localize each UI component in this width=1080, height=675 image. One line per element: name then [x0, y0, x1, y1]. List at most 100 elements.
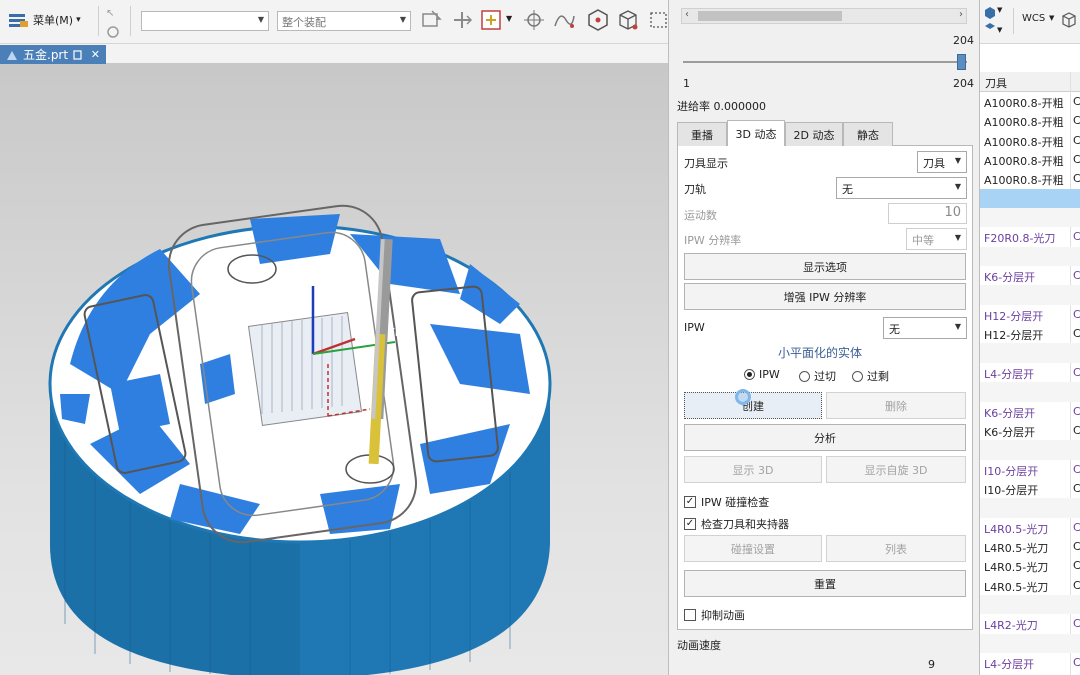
ipw-dropdown[interactable]: 无 ▼ — [883, 317, 967, 339]
axis-label-ym: YM — [388, 326, 405, 339]
file-tab[interactable]: 五金.prt ✕ — [0, 45, 106, 64]
table-row[interactable] — [980, 208, 1080, 228]
curve-icon[interactable] — [552, 8, 576, 32]
table-row[interactable] — [980, 498, 1080, 518]
table-row[interactable]: A100R0.8-开粗 C — [980, 131, 1080, 150]
row-tool-cell: A100R0.8-开粗 — [984, 155, 1064, 169]
row-tool-cell: A100R0.8-开粗 — [984, 116, 1064, 130]
enhance-ipw-resolution-button[interactable]: 增强 IPW 分辨率 — [684, 283, 966, 310]
table-row[interactable]: I10-分层开 C — [980, 460, 1080, 479]
show-3d-button[interactable]: 显示 3D — [684, 456, 822, 483]
point-constructor-icon[interactable] — [480, 8, 504, 32]
horizontal-scrollbar[interactable]: ‹ › — [681, 8, 967, 24]
table-row[interactable]: A100R0.8-开粗 C — [980, 111, 1080, 130]
row-tool-cell: A100R0.8-开粗 — [984, 97, 1064, 110]
collision-settings-button[interactable]: 碰撞设置 — [684, 535, 822, 562]
type-filter-dropdown[interactable]: ▼ — [141, 11, 269, 31]
wcs-cube-icon[interactable] — [1060, 10, 1078, 30]
table-row[interactable]: L4R0.5-光刀 C — [980, 576, 1080, 595]
table-row[interactable]: K6-分层开 C — [980, 402, 1080, 421]
create-button[interactable]: 创建 — [684, 392, 822, 419]
tab-3d-dynamic[interactable]: 3D 动态 — [727, 120, 785, 146]
table-row[interactable]: L4R2-光刀 C — [980, 614, 1080, 633]
table-row[interactable]: H12-分层开 C — [980, 305, 1080, 324]
table-row[interactable]: I10-分层开 C — [980, 479, 1080, 498]
radio-excess[interactable]: 过剩 — [852, 368, 889, 384]
view-orientation-icon[interactable] — [983, 6, 997, 36]
file-tab-name: 五金.prt — [23, 48, 69, 62]
row-second-cell: C — [1073, 172, 1080, 186]
table-row[interactable]: A100R0.8-开粗 C — [980, 150, 1080, 169]
table-row[interactable] — [980, 440, 1080, 460]
radio-gouge[interactable]: 过切 — [799, 368, 836, 384]
table-row[interactable]: F20R0.8-光刀 C — [980, 227, 1080, 246]
row-second-cell: C — [1073, 539, 1080, 553]
crosshair-icon[interactable] — [522, 8, 546, 32]
table-row[interactable]: L4R0.5-光刀 C — [980, 556, 1080, 575]
row-second-cell: C — [1073, 423, 1080, 437]
column-header-tool[interactable]: 刀具 — [985, 75, 1007, 91]
reset-button[interactable]: 重置 — [684, 570, 966, 597]
table-row[interactable] — [980, 633, 1080, 653]
toolpath-dropdown[interactable]: 无 ▼ — [836, 177, 967, 199]
motion-slider-handle[interactable] — [957, 54, 966, 70]
selection-filter-icon[interactable]: ↖ — [102, 2, 124, 42]
list-button[interactable]: 列表 — [826, 535, 966, 562]
row-second-cell: C — [1073, 114, 1080, 128]
table-row[interactable]: A100R0.8-开粗 C — [980, 169, 1080, 188]
table-row[interactable]: K6-分层开 C — [980, 266, 1080, 285]
display-options-button[interactable]: 显示选项 — [684, 253, 966, 280]
tab-static[interactable]: 静态 — [843, 122, 893, 146]
tab-replay[interactable]: 重播 — [677, 122, 727, 146]
table-row[interactable] — [980, 594, 1080, 615]
box-select-icon[interactable] — [648, 8, 668, 32]
chevron-down-icon[interactable]: ▼ — [506, 14, 512, 23]
graphics-viewport[interactable]: YM YM — [0, 64, 668, 675]
check-tool-holder-checkbox[interactable]: ✓ 检查刀具和夹持器 — [684, 516, 789, 532]
tab-2d-dynamic[interactable]: 2D 动态 — [785, 122, 843, 146]
assembly-scope-dropdown[interactable]: 整个装配 ▼ — [277, 11, 411, 31]
table-row[interactable] — [980, 188, 1080, 209]
chevron-down-icon[interactable]: ▼ — [1049, 14, 1054, 22]
show-spin-3d-button[interactable]: 显示自旋 3D — [826, 456, 966, 483]
menu-button[interactable]: 菜单(M) ▾ — [8, 10, 81, 30]
table-row[interactable]: L4R0.5-光刀 C — [980, 537, 1080, 556]
table-row[interactable]: H12-分层开 C — [980, 324, 1080, 343]
table-row[interactable] — [980, 343, 1080, 363]
ipw-resolution-label: IPW 分辨率 — [684, 234, 742, 247]
assembly-scope-value: 整个装配 — [282, 16, 326, 29]
hexagon-point-icon[interactable] — [586, 8, 610, 32]
tab-label: 重播 — [691, 128, 713, 142]
wcs-button[interactable]: WCS — [1022, 13, 1045, 24]
table-row[interactable]: K6-分层开 C — [980, 421, 1080, 440]
motion-count-field[interactable]: 10 — [888, 203, 967, 224]
tab-label: 2D 动态 — [793, 128, 835, 142]
move-icon[interactable] — [450, 8, 474, 32]
radio-label: 过切 — [814, 370, 836, 383]
analyze-button[interactable]: 分析 — [684, 424, 966, 451]
ipw-resolution-dropdown[interactable]: 中等 ▼ — [906, 228, 967, 250]
table-row[interactable]: L4R0.5-光刀 C — [980, 518, 1080, 537]
radio-button-icon — [852, 370, 863, 382]
table-row[interactable] — [980, 285, 1080, 305]
ipw-collision-check-checkbox[interactable]: ✓ IPW 碰撞检查 — [684, 494, 769, 510]
tool-display-dropdown[interactable]: 刀具 ▼ — [917, 151, 967, 173]
radio-ipw[interactable]: IPW — [744, 368, 780, 381]
motion-slider-track[interactable] — [683, 61, 967, 63]
delete-button[interactable]: 删除 — [826, 392, 966, 419]
table-row[interactable]: L4-分层开 C — [980, 363, 1080, 382]
chevron-down-icon[interactable]: ▼ — [997, 6, 1002, 14]
row-second-cell: C — [1073, 462, 1080, 476]
scrollbar-thumb[interactable] — [698, 11, 842, 21]
snap-icon[interactable] — [420, 8, 444, 32]
table-row[interactable] — [980, 246, 1080, 267]
close-icon[interactable]: ✕ — [91, 48, 100, 61]
suppress-animation-checkbox[interactable]: 抑制动画 — [684, 607, 745, 623]
chevron-down-icon[interactable]: ▼ — [997, 26, 1002, 34]
table-row[interactable] — [980, 382, 1080, 402]
scroll-right-icon[interactable]: › — [959, 9, 963, 20]
cube-icon[interactable] — [616, 8, 640, 32]
scroll-left-icon[interactable]: ‹ — [685, 9, 689, 20]
table-row[interactable]: A100R0.8-开粗 C — [980, 92, 1080, 111]
table-row[interactable]: L4-分层开 C — [980, 653, 1080, 672]
